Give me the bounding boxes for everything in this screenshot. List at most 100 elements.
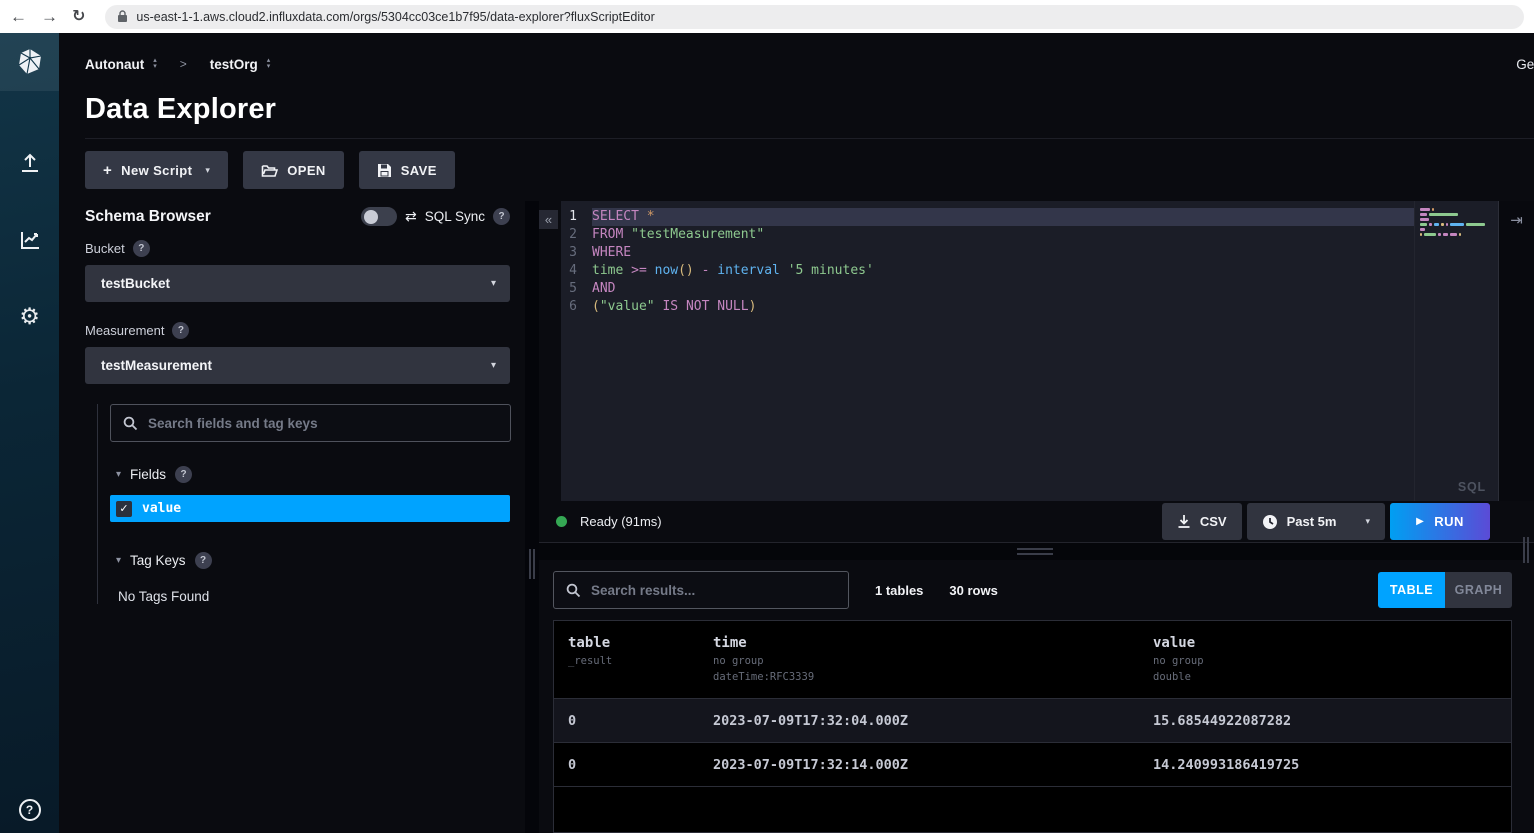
load-data-icon[interactable] (15, 149, 45, 179)
horizontal-resize-handle[interactable] (1017, 548, 1053, 555)
tag-keys-help-icon[interactable]: ? (195, 552, 212, 569)
field-item-value[interactable]: ✓ value (110, 495, 510, 522)
table-row[interactable]: 02023-07-09T17:32:04.000Z15.685449220872… (554, 699, 1511, 743)
tables-count: 1 tables (875, 583, 923, 598)
sql-sync-help-icon[interactable]: ? (493, 208, 510, 225)
org-switcher-icon[interactable]: ▴▾ (153, 58, 157, 70)
code-line[interactable]: 2FROM "testMeasurement" (561, 226, 1414, 244)
influxdb-logo[interactable] (0, 33, 59, 91)
chevron-down-icon: ▾ (1365, 516, 1370, 527)
vertical-splitter (525, 201, 539, 833)
measurement-help-icon[interactable]: ? (172, 322, 189, 339)
status-indicator-dot (556, 516, 567, 527)
editor-minimap[interactable] (1414, 201, 1498, 501)
save-icon (377, 163, 392, 178)
code-line[interactable]: 4time >= now() - interval '5 minutes' (561, 262, 1414, 280)
sql-sync-icon: ⇄ (405, 208, 417, 225)
table-row[interactable]: 02023-07-09T17:32:14.000Z14.240993186419… (554, 743, 1511, 787)
table-cell: 15.68544922087282 (1139, 713, 1511, 729)
bucket-label: Bucket (85, 241, 125, 256)
line-number: 3 (561, 244, 577, 262)
project-switcher-icon[interactable]: ▴▾ (267, 58, 271, 70)
save-button[interactable]: SAVE (359, 151, 455, 189)
right-resize-handle[interactable] (1523, 537, 1529, 563)
schema-browser-title: Schema Browser (85, 208, 211, 226)
minimap-line (1420, 218, 1498, 221)
measurement-dropdown[interactable]: testMeasurement ▾ (85, 347, 510, 384)
table-header: table_resulttimeno groupdateTime:RFC3339… (554, 621, 1511, 699)
data-explorer-icon[interactable] (15, 225, 45, 255)
code-line[interactable]: 5AND (561, 280, 1414, 298)
get-credit-link[interactable]: Get (1516, 57, 1534, 72)
minimap-line (1420, 228, 1498, 231)
plus-icon: + (103, 162, 112, 179)
search-icon (566, 583, 581, 598)
horizontal-splitter (539, 543, 1534, 560)
vertical-resize-handle[interactable] (529, 549, 535, 579)
expand-panel-icon[interactable]: ⇥ (1510, 211, 1523, 501)
fields-help-icon[interactable]: ? (175, 466, 192, 483)
fields-collapse-icon[interactable]: ▾ (116, 469, 121, 480)
reload-icon[interactable]: ↻ (72, 9, 85, 25)
table-column-header: timeno groupdateTime:RFC3339 (699, 621, 1139, 698)
minimap-line (1420, 213, 1498, 216)
code-line[interactable]: 1SELECT * (561, 208, 1414, 226)
code-editor-area[interactable]: 1SELECT *2FROM "testMeasurement"3WHERE4t… (561, 201, 1414, 501)
page-title: Data Explorer (85, 93, 1534, 126)
line-number: 6 (561, 298, 577, 316)
minimap-line (1420, 208, 1498, 211)
time-range-dropdown[interactable]: Past 5m ▾ (1247, 503, 1385, 540)
forward-icon[interactable]: → (41, 8, 58, 25)
table-cell: 0 (554, 713, 699, 729)
code-line[interactable]: 3WHERE (561, 244, 1414, 262)
settings-gear-icon[interactable]: ⚙ (15, 301, 45, 331)
no-tags-message: No Tags Found (118, 589, 510, 604)
download-icon (1177, 514, 1191, 529)
schema-browser-panel: Schema Browser ⇄ SQL Sync ? Bucket ? tes… (59, 201, 525, 833)
folder-icon (261, 163, 278, 178)
tag-keys-collapse-icon[interactable]: ▾ (116, 555, 121, 566)
bucket-dropdown[interactable]: testBucket ▾ (85, 265, 510, 302)
breadcrumb-separator-icon: > (180, 57, 187, 71)
sql-sync-toggle[interactable] (361, 207, 397, 226)
line-number: 4 (561, 262, 577, 280)
breadcrumb-org[interactable]: Autonaut (85, 57, 144, 72)
minimap-line (1420, 233, 1498, 236)
browser-chrome: ← → ↻ us-east-1-1.aws.cloud2.influxdata.… (0, 0, 1534, 33)
results-search-box (553, 571, 849, 609)
clock-icon (1262, 514, 1278, 530)
table-cell: 2023-07-09T17:32:04.000Z (699, 713, 1139, 729)
chevron-down-icon: ▾ (205, 165, 210, 176)
line-number: 5 (561, 280, 577, 298)
chevron-down-icon: ▾ (491, 360, 496, 371)
table-cell: 0 (554, 757, 699, 773)
open-button[interactable]: OPEN (243, 151, 343, 189)
field-checkbox[interactable]: ✓ (116, 501, 132, 517)
breadcrumb-project[interactable]: testOrg (210, 57, 258, 72)
bucket-help-icon[interactable]: ? (133, 240, 150, 257)
url-bar[interactable]: us-east-1-1.aws.cloud2.influxdata.com/or… (105, 5, 1524, 29)
schema-tree: ▾ Fields ? ✓ value ▾ Tag Keys ? No Tags … (97, 404, 510, 604)
schema-search-input[interactable] (148, 416, 498, 431)
query-status-bar: Ready (91ms) CSV Past 5m (539, 501, 1534, 543)
help-icon[interactable]: ? (19, 799, 41, 821)
collapse-panel-icon[interactable]: « (539, 210, 558, 229)
collapsed-right-panel: ⇥ (1498, 201, 1534, 501)
results-search-input[interactable] (591, 583, 836, 598)
table-view-button[interactable]: TABLE (1378, 572, 1445, 608)
sql-editor: « 1SELECT *2FROM "testMeasurement"3WHERE… (539, 201, 1534, 501)
csv-download-button[interactable]: CSV (1162, 503, 1242, 540)
schema-search-box (110, 404, 511, 442)
back-icon[interactable]: ← (10, 8, 27, 25)
line-number: 2 (561, 226, 577, 244)
chevron-down-icon: ▾ (491, 278, 496, 289)
graph-view-button[interactable]: GRAPH (1445, 572, 1512, 608)
run-button[interactable]: ▶ RUN (1390, 503, 1490, 540)
rows-count: 30 rows (949, 583, 997, 598)
minimap-line (1420, 223, 1498, 226)
code-line[interactable]: 6("value" IS NOT NULL) (561, 298, 1414, 316)
search-icon (123, 416, 138, 431)
new-script-button[interactable]: + New Script ▾ (85, 151, 228, 189)
line-number: 1 (561, 208, 577, 226)
results-table: table_resulttimeno groupdateTime:RFC3339… (553, 620, 1512, 833)
